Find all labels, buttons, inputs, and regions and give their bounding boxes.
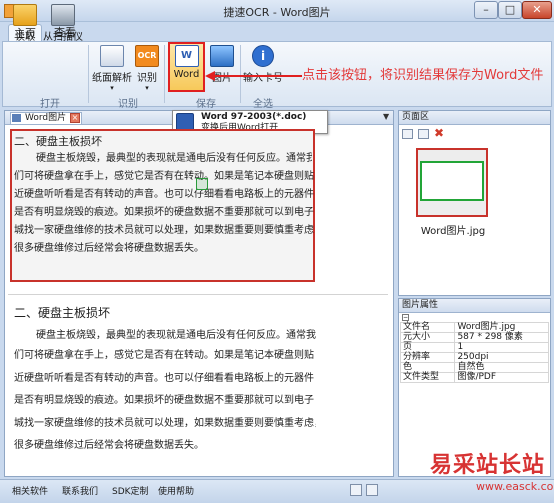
property-key: 页 xyxy=(399,342,456,353)
image-text-line: 们可将硬盘拿在手上，感觉它是否有在转动。如果是笔记本硬盘则贴 xyxy=(14,171,314,182)
result-text-line: 城找一家硬盘维修的技术员就可以处理，如果数据重要则要慎重考虑， xyxy=(14,418,316,429)
result-text-line: 是否有明显烧毁的痕迹。如果损坏的硬盘数据不重要那就可以到电子 xyxy=(14,395,314,406)
layout-analysis-button[interactable]: 纸面解析 ▾ xyxy=(92,45,132,92)
thumbnail-region xyxy=(420,161,484,201)
ocr-icon: OCR xyxy=(135,45,159,67)
collapse-icon[interactable]: − xyxy=(402,314,409,321)
property-value: 自然色 xyxy=(454,362,549,373)
image-text-line: 城找一家硬盘维修的技术员就可以处理，如果数据重要则要慎重考虑， xyxy=(14,225,314,236)
image-heading: 二、硬盘主板损坏 xyxy=(14,135,102,148)
read-button[interactable]: 读取 xyxy=(10,4,40,43)
copy-page-icon[interactable] xyxy=(418,129,429,139)
property-value: 250dpi xyxy=(454,352,549,363)
property-key: 文件类型 xyxy=(399,372,456,383)
scanner-button[interactable]: 从扫描仪 xyxy=(42,4,84,43)
page-pane-title: 页面区 xyxy=(399,111,550,125)
divider xyxy=(8,294,388,295)
image-text-line: 近硬盘听听看是否有转动的声音。也可以仔细看看电路板上的元器件 xyxy=(14,189,314,200)
link-sdk-custom[interactable]: SDK定制 xyxy=(112,484,149,497)
close-button[interactable]: ✕ xyxy=(522,1,552,19)
scanner-label: 从扫描仪 xyxy=(43,32,83,43)
selection-marker xyxy=(196,178,208,190)
ribbon-separator xyxy=(88,45,89,103)
link-related-software[interactable]: 相关软件 xyxy=(12,484,48,497)
save-word-label: Word xyxy=(173,69,200,80)
tab-dropdown-icon[interactable]: ▼ xyxy=(383,112,393,121)
layout-analysis-label: 纸面解析 xyxy=(92,73,132,84)
callout-text: 点击该按钮，将识别结果保存为Word文件 xyxy=(302,68,544,83)
property-key: 分辨率 xyxy=(399,352,456,363)
property-key: 色 xyxy=(399,362,456,373)
group-open-label: 打开 xyxy=(40,99,60,110)
minimize-button[interactable]: – xyxy=(474,1,498,19)
save-word-content[interactable]: W Word xyxy=(170,45,203,80)
chevron-down-icon: ▾ xyxy=(145,84,149,92)
group-select-all-label: 全选 xyxy=(253,99,273,110)
table-row: 文件类型 图像/PDF xyxy=(399,372,549,383)
folder-open-icon xyxy=(13,4,37,26)
table-row: 分辨率 250dpi xyxy=(399,352,549,363)
result-text-line: 很多硬盘维修过后经常会将硬盘数据丢失。 xyxy=(14,440,204,451)
watermark: 易采站长站 xyxy=(430,452,546,478)
properties-table: 文件名 Word图片.jpg 元大小 587 * 298 像素 页1 分辨率 250d… xyxy=(399,322,549,383)
thumbnail-label: Word图片.jpg xyxy=(420,226,486,237)
scanner-icon xyxy=(51,4,75,26)
maximize-button[interactable]: □ xyxy=(498,1,522,19)
watermark-url: www.easck.com xyxy=(476,480,554,493)
link-help[interactable]: 使用帮助 xyxy=(158,484,194,497)
result-text-line: 近硬盘听听看是否有转动的声音。也可以仔细看看电路板上的元器件 xyxy=(14,373,314,384)
group-save-label: 保存 xyxy=(196,99,216,110)
close-tab-icon[interactable]: × xyxy=(70,113,80,123)
chevron-down-icon: ▾ xyxy=(110,84,114,92)
table-row: 页1 xyxy=(399,342,549,353)
fit-page-icon[interactable] xyxy=(350,484,362,496)
tooltip-title: Word 97-2003(*.doc) xyxy=(201,112,307,122)
callout-arrow xyxy=(205,71,302,81)
property-key: 文件名 xyxy=(399,322,456,333)
document-icon xyxy=(12,114,21,122)
result-text-line: 们可将硬盘拿在手上，感觉它是否有在转动。如果是笔记本硬盘则贴 xyxy=(14,350,314,361)
property-value: 587 * 298 像素 xyxy=(454,332,549,343)
image-text-line: 是否有明显烧毁的痕迹。如果损坏的硬盘数据不重要那就可以到电子 xyxy=(14,207,314,218)
property-value: 1 xyxy=(454,342,549,353)
recognize-label: 识别 xyxy=(137,73,157,84)
add-page-icon[interactable] xyxy=(402,129,413,139)
table-row: 文件名 Word图片.jpg xyxy=(399,322,549,333)
image-text-line: 硬盘主板烧毁，最典型的表现就是通电后没有任何反应。通常我 xyxy=(36,153,312,164)
table-row: 色自然色 xyxy=(399,362,549,373)
word-doc-icon: W xyxy=(174,45,199,67)
result-heading: 二、硬盘主板损坏 xyxy=(14,306,111,320)
actual-size-icon[interactable] xyxy=(366,484,378,496)
view-toolbar xyxy=(350,484,430,496)
property-value: 图像/PDF xyxy=(454,372,549,383)
property-key: 元大小 xyxy=(399,332,456,343)
group-recognize-label: 识别 xyxy=(118,99,138,110)
table-row: 元大小 587 * 298 像素 xyxy=(399,332,549,343)
info-icon: i xyxy=(252,45,274,67)
delete-page-icon[interactable]: ✖ xyxy=(434,126,444,140)
layout-analysis-icon xyxy=(100,45,124,67)
link-contact-us[interactable]: 联系我们 xyxy=(62,484,98,497)
image-icon xyxy=(210,45,234,67)
property-value: Word图片.jpg xyxy=(454,322,549,333)
ribbon-separator xyxy=(164,45,165,103)
properties-pane-title: 图片属性 xyxy=(399,299,550,313)
image-text-line: 很多硬盘维修过后经常会将硬盘数据丢失。 xyxy=(14,243,204,254)
read-label: 读取 xyxy=(15,32,35,43)
recognize-button[interactable]: OCR 识别 ▾ xyxy=(134,45,160,92)
result-text-line: 硬盘主板烧毁，最典型的表现就是通电后没有任何反应。通常我 xyxy=(36,330,316,341)
